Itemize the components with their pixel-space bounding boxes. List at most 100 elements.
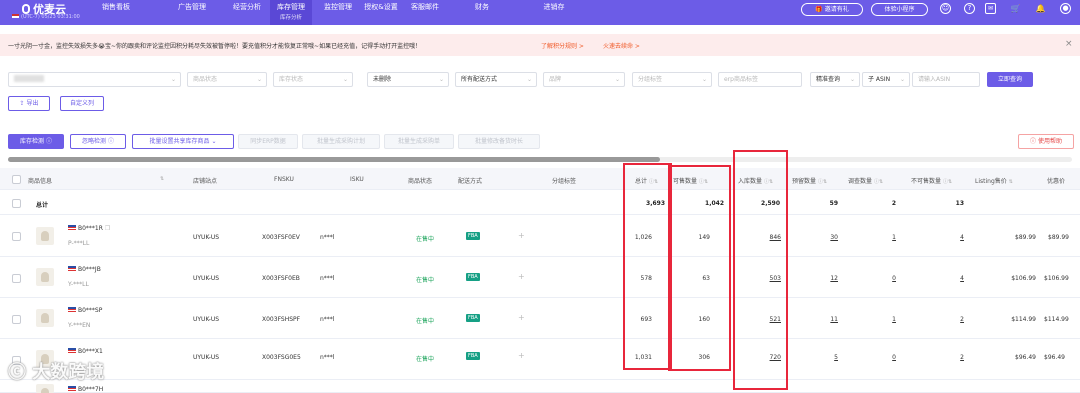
reserved-qty[interactable]: 11: [800, 316, 838, 323]
group-tag-select[interactable]: 分组标签 ⌄: [632, 72, 712, 87]
product-image[interactable]: [36, 384, 54, 393]
col-unsellable[interactable]: 不可售数量 ⓘ⇅: [911, 176, 952, 185]
col-reserved[interactable]: 预留数量 ⓘ⇅: [792, 176, 827, 185]
researching-qty[interactable]: 0: [860, 354, 896, 361]
chevron-down-icon: ⌄: [849, 76, 855, 83]
renew-link[interactable]: 火速去续命 >: [603, 41, 640, 50]
unsellable-qty[interactable]: 4: [924, 275, 964, 282]
query-button[interactable]: 立即查询: [987, 72, 1033, 87]
match-mode-select[interactable]: 精准查询 ⌄: [810, 72, 860, 87]
deleted-filter-select[interactable]: 未删除 ⌄: [367, 72, 449, 87]
sort-icon: ⓘ⇅: [817, 179, 828, 185]
product-image[interactable]: [36, 309, 54, 327]
brand-select[interactable]: 品牌 ⌄: [543, 72, 625, 87]
scrollbar-thumb[interactable]: [8, 157, 660, 162]
sync-erp-button[interactable]: 同步ERP数据: [238, 134, 298, 149]
avatar-icon[interactable]: ●: [1060, 3, 1071, 14]
custom-columns-button[interactable]: 自定义列: [60, 96, 104, 111]
add-tag-icon[interactable]: +: [518, 272, 525, 281]
export-button[interactable]: ⇪ 导出: [8, 96, 50, 111]
col-deal-price: 优惠价: [1047, 178, 1066, 185]
user-icon[interactable]: ☺: [940, 3, 951, 14]
inventory-check-button[interactable]: 库存检测 ⓘ: [8, 134, 64, 149]
help-button[interactable]: ⓘ 使用帮助: [1018, 134, 1074, 149]
table-row[interactable]: B0***JB Y-***LL UYUK-US X003FSF0EB n***l…: [0, 258, 1080, 298]
unsellable-qty[interactable]: 2: [924, 354, 964, 361]
reserved-qty[interactable]: 5: [800, 354, 838, 361]
batch-edit-time-button[interactable]: 批量修改备货时长: [458, 134, 540, 149]
chevron-down-icon: ⌄: [526, 76, 532, 83]
erp-tag-input[interactable]: erp商品标签: [718, 72, 802, 87]
us-flag-icon: [68, 386, 76, 391]
row-checkbox[interactable]: [12, 199, 21, 208]
message-icon[interactable]: ✉: [985, 3, 996, 14]
nav-auth-settings[interactable]: 授权&设置: [361, 0, 401, 25]
product-status-select[interactable]: 商品状态 ⌄: [187, 72, 267, 87]
table-row[interactable]: B0***SP Y-***EN UYUK-US X003FSHSPF n***l…: [0, 299, 1080, 339]
store-select[interactable]: ⌄: [8, 72, 181, 87]
horizontal-scrollbar[interactable]: [8, 157, 1072, 162]
table-row[interactable]: B0***X1 UYUK-US X003FSG0E5 n***l 在售中 FBA…: [0, 340, 1080, 380]
highlight-inbound-column: [733, 150, 788, 390]
add-tag-icon[interactable]: +: [518, 351, 525, 360]
select-all-checkbox[interactable]: [12, 175, 21, 184]
product-asin[interactable]: B0***1R ❐: [68, 225, 110, 232]
mini-program-button[interactable]: 体验小程序: [871, 3, 928, 16]
row-checkbox[interactable]: [12, 274, 21, 283]
table-row[interactable]: B0***1R ❐ P-***LL UYUK-US X003FSF0EV n**…: [0, 216, 1080, 257]
nav-sales-board[interactable]: 销售看板: [96, 0, 136, 25]
reserved-qty[interactable]: 30: [800, 234, 838, 241]
row-checkbox[interactable]: [12, 232, 21, 241]
col-listing-price[interactable]: Listing售价 ⇅: [975, 176, 1013, 185]
ignore-check-button[interactable]: 忽略检测 ⓘ: [70, 134, 126, 149]
fulfillment-select[interactable]: 所有配送方式 ⌄: [455, 72, 537, 87]
asin-type-select[interactable]: 子 ASIN ⌄: [862, 72, 910, 87]
add-tag-icon[interactable]: +: [518, 313, 525, 322]
reserved-qty[interactable]: 12: [800, 275, 838, 282]
help-icon[interactable]: ?: [964, 3, 975, 14]
researching-qty[interactable]: 1: [860, 316, 896, 323]
nav-ad-management[interactable]: 广告管理: [172, 0, 212, 25]
product-asin[interactable]: B0***SP: [68, 307, 102, 314]
nav-monitoring[interactable]: 监控管理: [318, 0, 358, 25]
batch-purchase-order-button[interactable]: 批量生成采购单: [384, 134, 454, 149]
table-row[interactable]: B0***7H: [0, 381, 1080, 393]
nav-cs-email[interactable]: 客服邮件: [405, 0, 445, 25]
unsellable-qty[interactable]: 2: [924, 316, 964, 323]
product-image[interactable]: [36, 227, 54, 245]
batch-share-button[interactable]: 批量设置共享库存商品 ⌄: [132, 134, 234, 149]
nav-business-analysis[interactable]: 经营分析: [227, 0, 267, 25]
col-researching[interactable]: 调查数量 ⓘ⇅: [848, 176, 883, 185]
researching-qty[interactable]: 1: [860, 234, 896, 241]
copy-icon[interactable]: ❐: [105, 225, 110, 232]
invite-button[interactable]: 🎁 邀请有礼: [801, 3, 863, 16]
add-tag-icon[interactable]: +: [518, 231, 525, 240]
cart-icon[interactable]: 🛒: [1010, 3, 1021, 14]
store-site: UYUK-US: [193, 275, 220, 282]
product-image[interactable]: [36, 268, 54, 286]
total-unsellable: 13: [955, 200, 964, 207]
sort-icon[interactable]: ⇅: [160, 176, 164, 182]
fnsku: X003FSF0EB: [262, 275, 300, 282]
deal-price: $114.99: [1044, 316, 1069, 323]
product-asin[interactable]: B0***7H: [68, 386, 103, 393]
batch-purchase-plan-button[interactable]: 批量生成采购计划: [302, 134, 380, 149]
unsellable-qty[interactable]: 4: [924, 234, 964, 241]
product-asin[interactable]: B0***JB: [68, 266, 101, 273]
bell-icon[interactable]: 🔔: [1035, 3, 1046, 14]
points-rules-link[interactable]: 了解积分规则 >: [541, 41, 584, 50]
total-reserved: 59: [829, 200, 838, 207]
asin-input[interactable]: 请输入ASIN: [912, 72, 980, 87]
nav-finance[interactable]: 财务: [466, 0, 498, 25]
row-checkbox[interactable]: [12, 315, 21, 324]
isku: n***l: [320, 234, 335, 241]
deal-price: $89.99: [1048, 234, 1069, 241]
nav-purchase-sales-stock[interactable]: 进销存: [538, 0, 570, 25]
stock-status-select[interactable]: 库存状态 ⌄: [273, 72, 353, 87]
close-icon[interactable]: ×: [1065, 39, 1073, 49]
nav-inventory-management[interactable]: 库存管理 库存分析: [270, 0, 312, 25]
us-flag-icon: [68, 225, 76, 230]
researching-qty[interactable]: 0: [860, 275, 896, 282]
product-asin[interactable]: B0***X1: [68, 348, 103, 355]
chevron-down-icon: ⌄: [170, 76, 176, 83]
